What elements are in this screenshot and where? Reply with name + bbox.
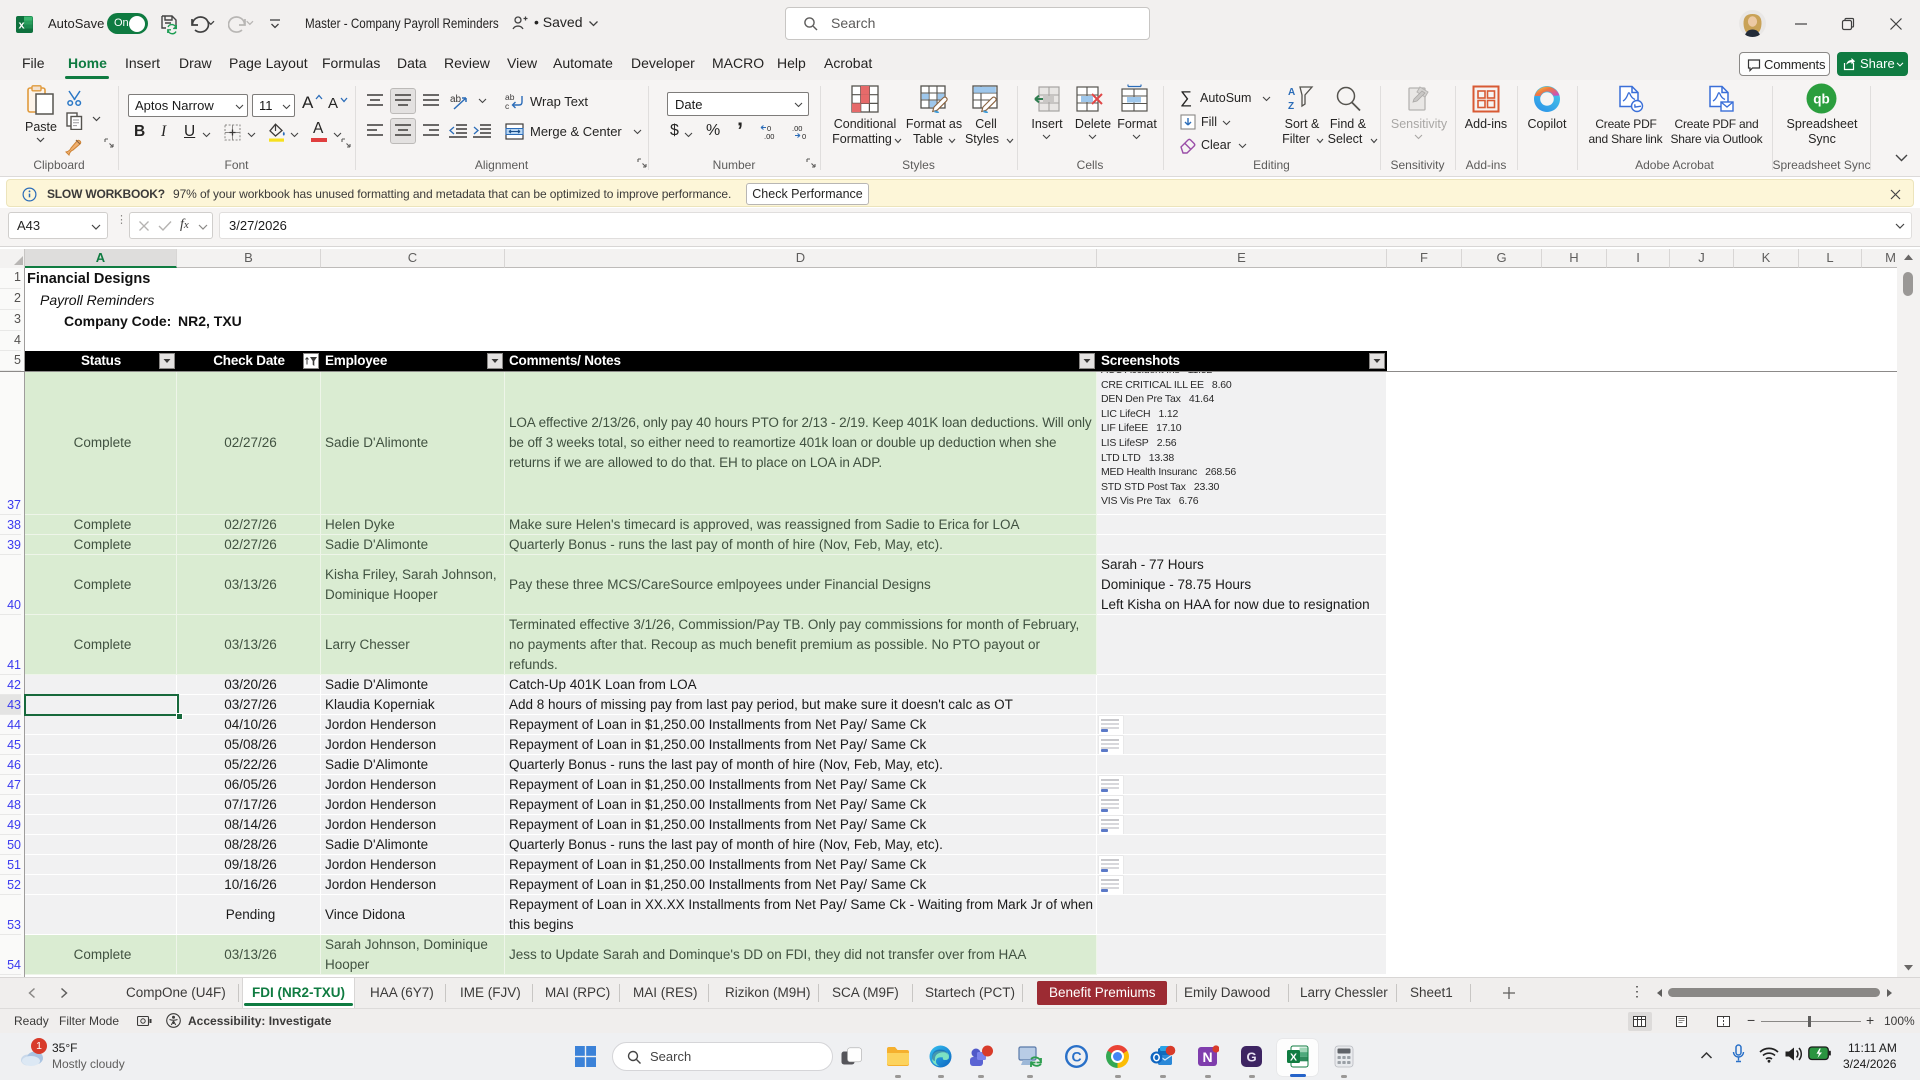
svg-text:Z: Z bbox=[1288, 101, 1294, 112]
svg-text:.00: .00 bbox=[792, 124, 802, 133]
svg-text:x: x bbox=[18, 20, 25, 32]
svg-text:0: 0 bbox=[802, 132, 806, 140]
svg-text:c: c bbox=[505, 101, 510, 110]
svg-text:qb: qb bbox=[1813, 92, 1830, 107]
svg-text:A: A bbox=[1288, 87, 1295, 98]
svg-text:X: X bbox=[1290, 1052, 1297, 1064]
svg-text:.00: .00 bbox=[764, 132, 774, 140]
svg-text:G: G bbox=[1246, 1050, 1256, 1065]
svg-text:N: N bbox=[1202, 1049, 1212, 1065]
svg-text:C: C bbox=[1071, 1049, 1081, 1065]
